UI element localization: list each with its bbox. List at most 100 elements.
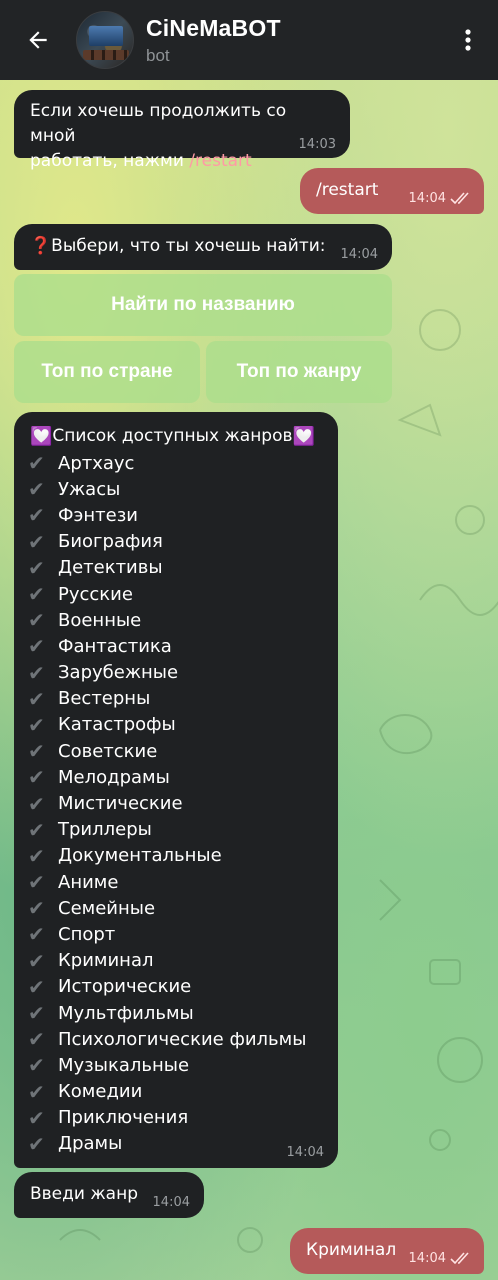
checkmark-icon: ✔ bbox=[28, 1079, 45, 1104]
genre-name: Семейные bbox=[58, 897, 156, 919]
message-time: 14:04 bbox=[408, 1251, 446, 1266]
message-time: 14:04 bbox=[286, 1145, 324, 1160]
back-button[interactable] bbox=[0, 0, 76, 80]
checkmark-icon: ✔ bbox=[28, 791, 45, 816]
genre-name: Русские bbox=[58, 583, 133, 605]
checkmark-icon: ✔ bbox=[28, 634, 45, 659]
genre-name: Фэнтези bbox=[58, 504, 138, 526]
message-time: 14:04 bbox=[340, 247, 378, 262]
checkmark-icon: ✔ bbox=[28, 451, 45, 476]
message-incoming[interactable]: ❓Выбери, что ты хочешь найти: 14:04 bbox=[14, 224, 392, 270]
checkmark-icon: ✔ bbox=[28, 1027, 45, 1052]
genre-name: Комедии bbox=[58, 1081, 143, 1103]
chat-subtitle: bot bbox=[146, 45, 170, 65]
genre-name: Мультфильмы bbox=[58, 1002, 194, 1024]
genre-name: Зарубежные bbox=[58, 662, 179, 684]
checkmark-icon: ✔ bbox=[28, 948, 45, 973]
genre-list-item: ✔ Русские bbox=[14, 581, 338, 607]
genre-name: Ужасы bbox=[58, 478, 121, 500]
genre-list-title: 💟 Список доступных жанров 💟 bbox=[30, 425, 315, 447]
checkmark-icon: ✔ bbox=[28, 1053, 45, 1078]
genre-name: Психологические фильмы bbox=[58, 1028, 307, 1050]
genre-list-item: ✔ Психологические фильмы bbox=[14, 1026, 338, 1052]
message-incoming[interactable]: Введи жанр 14:04 bbox=[14, 1172, 204, 1218]
message-text: /restart bbox=[316, 180, 379, 200]
genre-name: Артхаус bbox=[58, 452, 135, 474]
message-incoming-genre-list[interactable]: 💟 Список доступных жанров 💟 ✔ Артхаус ✔ Ужасы… bbox=[14, 412, 338, 1168]
genre-list-item: ✔ Музыкальные bbox=[14, 1052, 338, 1078]
checkmark-icon: ✔ bbox=[28, 870, 45, 895]
arrow-left-icon bbox=[29, 31, 47, 49]
genre-list-item: ✔ Фэнтези bbox=[14, 502, 338, 528]
genre-name: Военные bbox=[58, 609, 142, 631]
message-incoming[interactable]: Если хочешь продолжить со мной работать,… bbox=[14, 90, 350, 171]
genre-list-item: ✔ Мистические bbox=[14, 790, 338, 816]
genre-list-item: ✔ Катастрофы bbox=[14, 712, 338, 738]
checkmark-icon: ✔ bbox=[28, 922, 45, 947]
genre-name: Мелодрамы bbox=[58, 766, 170, 788]
double-check-icon bbox=[450, 192, 469, 205]
chat-title-area[interactable]: CiNeMaBOT bot bbox=[146, 15, 438, 66]
more-menu-button[interactable] bbox=[438, 0, 498, 80]
message-outgoing[interactable]: Криминал 14:04 bbox=[290, 1228, 484, 1274]
genre-list-item: ✔ Артхаус bbox=[14, 450, 338, 476]
checkmark-icon: ✔ bbox=[28, 1001, 45, 1026]
checkmark-icon: ✔ bbox=[28, 582, 45, 607]
message-text: Введи жанр bbox=[30, 1184, 138, 1204]
heart-icon: 💟 bbox=[30, 425, 53, 447]
message-text: ❓Выбери, что ты хочешь найти: bbox=[30, 236, 326, 256]
checkmark-icon: ✔ bbox=[28, 529, 45, 554]
chat-header: CiNeMaBOT bot bbox=[0, 0, 498, 80]
genre-list-item: ✔ Военные bbox=[14, 607, 338, 633]
double-check-icon bbox=[450, 1252, 469, 1265]
genre-list-item: ✔ Ужасы bbox=[14, 476, 338, 502]
find-by-name-button[interactable]: Найти по названию bbox=[14, 274, 392, 336]
message-outgoing[interactable]: /restart 14:04 bbox=[300, 168, 484, 214]
genre-name: Аниме bbox=[58, 871, 119, 893]
message-text: Если хочешь продолжить со мной работать,… bbox=[30, 101, 287, 171]
genre-list-item: ✔ Криминал bbox=[14, 948, 338, 974]
genre-name: Документальные bbox=[58, 845, 222, 867]
message-time: 14:04 bbox=[408, 191, 446, 206]
genre-list-item: ✔ Триллеры bbox=[14, 817, 338, 843]
checkmark-icon: ✔ bbox=[28, 765, 45, 790]
question-icon: ❓ bbox=[30, 236, 52, 256]
heart-icon: 💟 bbox=[292, 425, 315, 447]
top-by-country-button[interactable]: Топ по стране bbox=[14, 341, 200, 403]
genre-list-item: ✔ Комедии bbox=[14, 1079, 338, 1105]
checkmark-icon: ✔ bbox=[28, 608, 45, 633]
genre-list: ✔ Артхаус ✔ Ужасы ✔ Фэнтези ✔ Биография ✔ Детекти… bbox=[14, 450, 338, 1157]
genre-name: Мистические bbox=[58, 793, 183, 815]
genre-name: Триллеры bbox=[58, 819, 152, 841]
genre-name: Детективы bbox=[58, 557, 163, 579]
genre-list-item: ✔ Документальные bbox=[14, 843, 338, 869]
chat-title: CiNeMaBOT bbox=[146, 14, 281, 41]
top-by-genre-button[interactable]: Топ по жанру bbox=[206, 341, 392, 403]
genre-name: Исторические bbox=[58, 976, 192, 998]
genre-list-item: ✔ Вестерны bbox=[14, 686, 338, 712]
checkmark-icon: ✔ bbox=[28, 1105, 45, 1130]
genre-list-item: ✔ Спорт bbox=[14, 921, 338, 947]
genre-list-item: ✔ Детективы bbox=[14, 555, 338, 581]
genre-name: Криминал bbox=[58, 950, 154, 972]
genre-list-item: ✔ Исторические bbox=[14, 974, 338, 1000]
genre-list-item: ✔ Мультфильмы bbox=[14, 1000, 338, 1026]
checkmark-icon: ✔ bbox=[28, 896, 45, 921]
genre-list-item: ✔ Семейные bbox=[14, 895, 338, 921]
checkmark-icon: ✔ bbox=[28, 817, 45, 842]
genre-name: Катастрофы bbox=[58, 714, 176, 736]
restart-command-link[interactable]: /restart bbox=[189, 151, 251, 171]
checkmark-icon: ✔ bbox=[28, 974, 45, 999]
genre-name: Спорт bbox=[58, 923, 116, 945]
genre-name: Советские bbox=[58, 740, 158, 762]
genre-list-item: ✔ Биография bbox=[14, 529, 338, 555]
bot-avatar[interactable] bbox=[76, 11, 134, 69]
genre-list-item: ✔ Мелодрамы bbox=[14, 764, 338, 790]
checkmark-icon: ✔ bbox=[28, 843, 45, 868]
genre-name: Драмы bbox=[58, 1133, 123, 1155]
checkmark-icon: ✔ bbox=[28, 660, 45, 685]
message-text: Криминал bbox=[306, 1240, 397, 1260]
genre-name: Приключения bbox=[58, 1107, 189, 1129]
checkmark-icon: ✔ bbox=[28, 503, 45, 528]
genre-name: Музыкальные bbox=[58, 1054, 190, 1076]
